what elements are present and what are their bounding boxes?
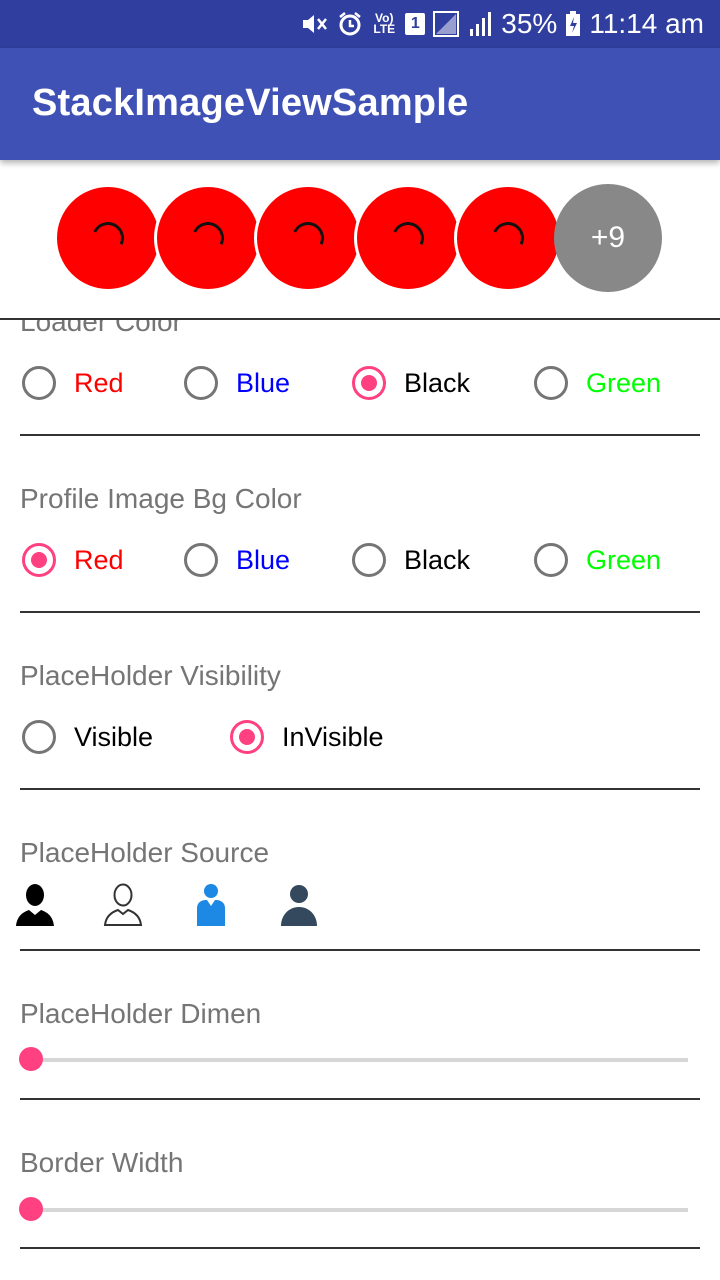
radio-profile-black[interactable]: Black	[352, 543, 470, 577]
person-filled-black-icon[interactable]	[14, 882, 56, 933]
placeholder-source-title: PlaceHolder Source	[20, 837, 270, 868]
more-count-label: +9	[590, 221, 626, 254]
radio-label: Black	[404, 544, 471, 575]
slider-thumb[interactable]	[19, 1197, 43, 1221]
radio-loader-black[interactable]: Black	[352, 366, 470, 400]
battery-icon	[565, 11, 581, 37]
radio-button[interactable]	[230, 720, 264, 754]
clock: 11:14 am	[589, 8, 704, 39]
stack-avatar[interactable]	[354, 184, 462, 292]
radio-label: Green	[586, 367, 662, 398]
radio-button[interactable]	[534, 543, 568, 577]
divider	[20, 949, 700, 951]
radio-label: Green	[586, 544, 662, 575]
settings-scroll[interactable]: Loader Color Red Blue Black Green Profil…	[0, 320, 720, 1280]
person-outline-icon[interactable]	[102, 882, 144, 933]
divider	[20, 611, 700, 613]
loader-icon	[287, 217, 329, 259]
placeholder-dimen-title: PlaceHolder Dimen	[20, 998, 262, 1029]
status-bar: Vo) LTE 1 35% 11:14 am	[0, 0, 720, 48]
mute-icon	[301, 12, 329, 36]
sim-slot-icon: 1	[405, 13, 426, 35]
stack-avatar[interactable]	[254, 184, 362, 292]
stack-avatar[interactable]	[454, 184, 562, 292]
stack-image-view: +9	[0, 160, 720, 320]
radio-profile-blue[interactable]: Blue	[184, 543, 290, 577]
radio-profile-green[interactable]: Green	[534, 543, 661, 577]
radio-label: InVisible	[282, 721, 384, 752]
radio-label: Visible	[74, 721, 154, 752]
loader-icon	[487, 217, 529, 259]
radio-button[interactable]	[184, 366, 218, 400]
radio-label: Red	[74, 544, 124, 575]
radio-invisible[interactable]: InVisible	[230, 720, 384, 754]
radio-button[interactable]	[22, 366, 56, 400]
divider	[20, 434, 700, 436]
radio-label: Blue	[236, 544, 291, 575]
placeholder-dimen-slider[interactable]	[19, 1047, 688, 1071]
app-title: StackImageViewSample	[32, 82, 469, 124]
person-blue-icon[interactable]	[190, 882, 232, 933]
more-count-avatar[interactable]: +9	[554, 184, 662, 292]
divider	[20, 1247, 700, 1249]
radio-profile-red[interactable]: Red	[22, 543, 124, 577]
radio-loader-red[interactable]: Red	[22, 366, 124, 400]
app-bar: StackImageViewSample	[0, 48, 720, 160]
radio-visible[interactable]: Visible	[22, 720, 153, 754]
person-darkblue-icon[interactable]	[278, 882, 320, 933]
loader-icon	[87, 217, 129, 259]
divider	[20, 1098, 700, 1100]
border-width-slider[interactable]	[19, 1197, 688, 1221]
volte-icon: Vo) LTE	[373, 11, 396, 36]
radio-loader-green[interactable]: Green	[534, 366, 661, 400]
battery-percent: 35%	[501, 8, 558, 39]
radio-button[interactable]	[184, 543, 218, 577]
profile-bg-title: Profile Image Bg Color	[20, 483, 302, 514]
alarm-icon	[337, 11, 363, 37]
radio-label: Red	[74, 367, 124, 398]
radio-button[interactable]	[352, 543, 386, 577]
placeholder-visibility-title: PlaceHolder Visibility	[20, 660, 281, 691]
radio-button[interactable]	[22, 720, 56, 754]
radio-button[interactable]	[534, 366, 568, 400]
loader-color-title: Loader Color	[20, 320, 182, 337]
radio-button[interactable]	[22, 543, 56, 577]
status-icons: Vo) LTE 1 35% 11:14 am	[301, 0, 704, 48]
radio-label: Black	[404, 367, 471, 398]
signal-1-icon	[433, 11, 461, 37]
stack-avatar[interactable]	[54, 184, 162, 292]
radio-button[interactable]	[352, 366, 386, 400]
divider	[20, 788, 700, 790]
radio-label: Blue	[236, 367, 291, 398]
signal-2-icon	[469, 11, 493, 37]
radio-loader-blue[interactable]: Blue	[184, 366, 290, 400]
stack-avatar[interactable]	[154, 184, 262, 292]
border-width-title: Border Width	[20, 1147, 184, 1178]
loader-icon	[187, 217, 229, 259]
loader-icon	[387, 217, 429, 259]
slider-thumb[interactable]	[19, 1047, 43, 1071]
